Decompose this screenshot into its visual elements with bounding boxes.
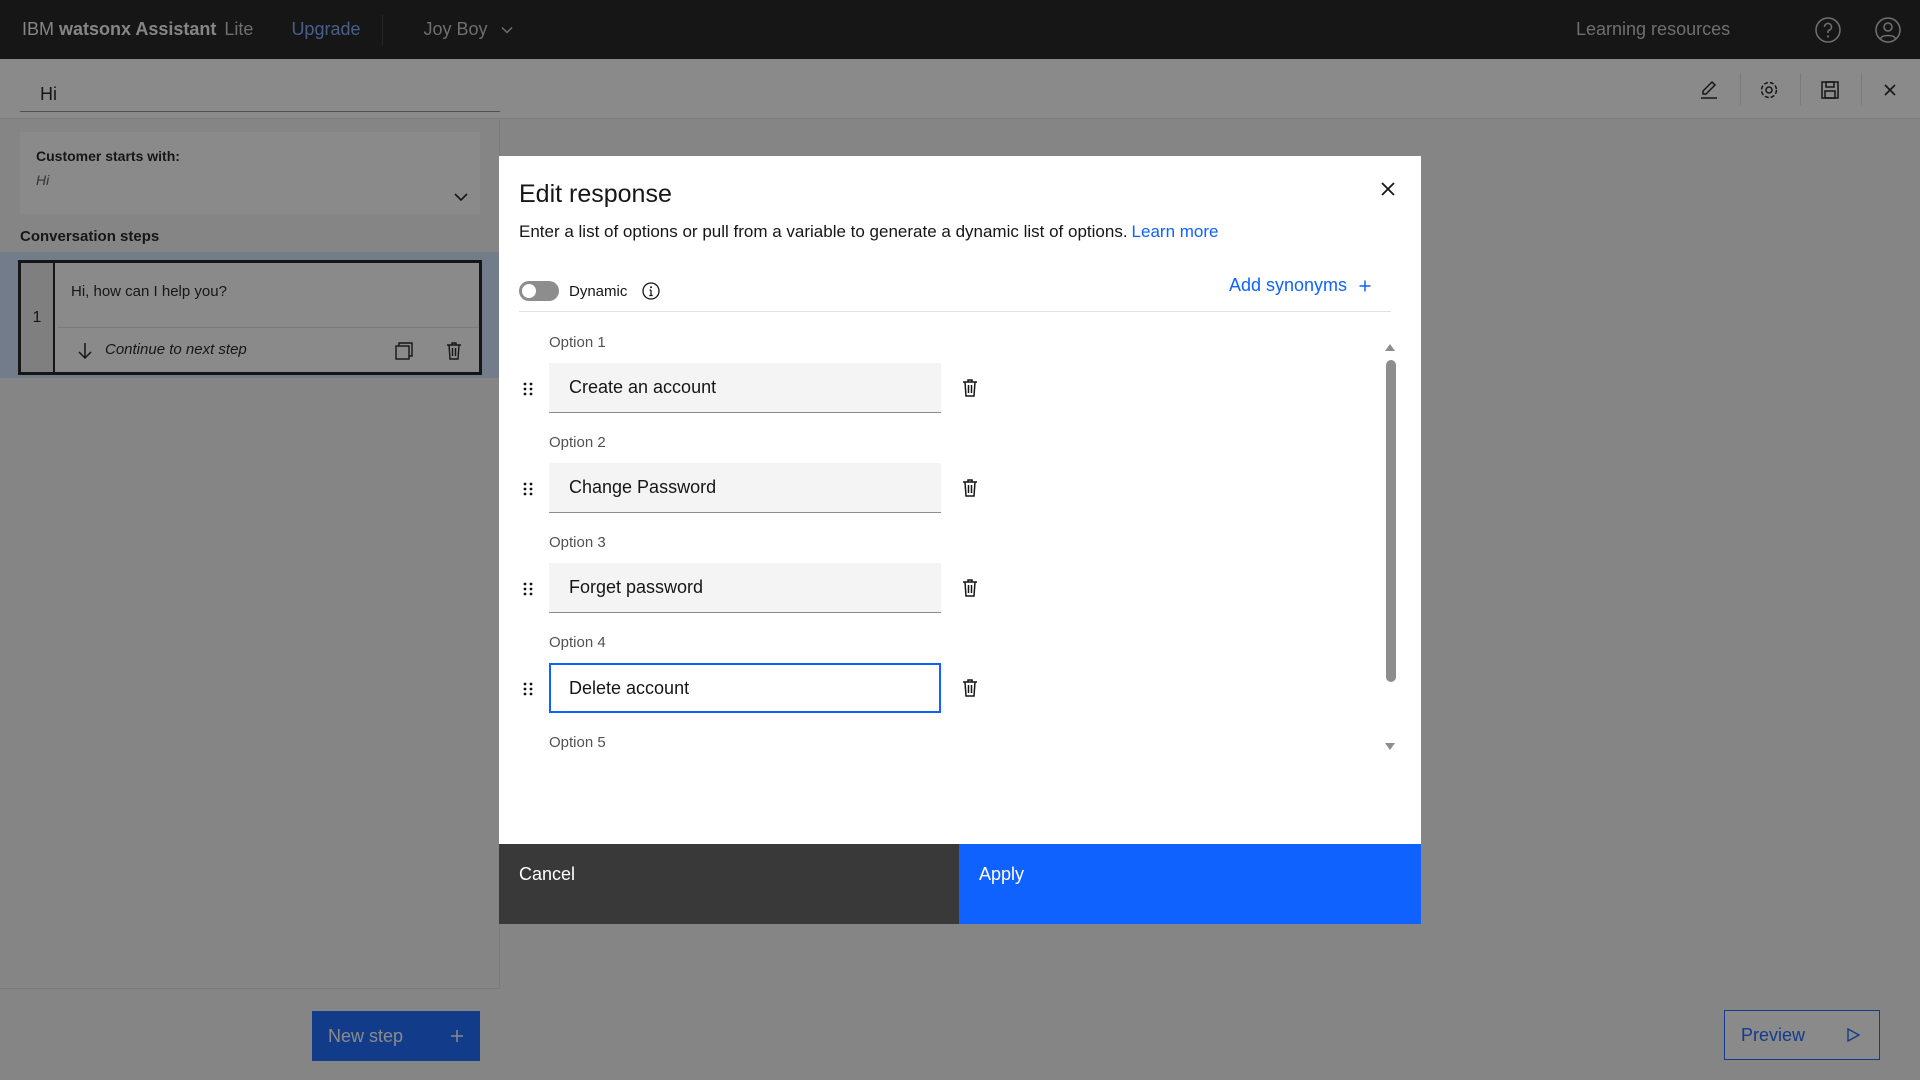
drag-handle-icon[interactable] (521, 479, 535, 499)
scrollbar-thumb[interactable] (1386, 360, 1396, 682)
option-label: Option 3 (549, 534, 606, 551)
option-input[interactable] (549, 363, 941, 413)
learn-more-link[interactable]: Learn more (1132, 222, 1219, 241)
description-text: Enter a list of options or pull from a v… (519, 222, 1128, 241)
option-label: Option 4 (549, 634, 606, 651)
trash-icon[interactable] (959, 377, 981, 399)
add-synonyms-label: Add synonyms (1228, 275, 1347, 295)
scroll-down-arrow-icon[interactable] (1384, 742, 1396, 752)
option-input-focused[interactable] (549, 663, 941, 713)
dynamic-toggle[interactable] (519, 281, 559, 301)
option-input[interactable] (549, 563, 941, 613)
modal-title: Edit response (519, 180, 672, 208)
cancel-button[interactable]: Cancel (499, 844, 959, 924)
scroll-up-arrow-icon[interactable] (1384, 342, 1396, 352)
option-label: Option 2 (549, 434, 606, 451)
modal-description: Enter a list of options or pull from a v… (519, 222, 1218, 242)
drag-handle-icon[interactable] (521, 379, 535, 399)
info-icon[interactable] (641, 281, 661, 301)
trash-icon[interactable] (959, 677, 981, 699)
option-input[interactable] (549, 463, 941, 513)
add-synonyms-button[interactable]: Add synonyms (1229, 275, 1371, 296)
add-icon (1359, 280, 1371, 291)
trash-icon[interactable] (959, 577, 981, 599)
close-icon[interactable] (1375, 176, 1401, 202)
edit-response-modal: Edit response Enter a list of options or… (499, 156, 1421, 924)
divider (519, 311, 1391, 312)
option-label: Option 1 (549, 334, 606, 351)
toggle-knob (522, 284, 536, 298)
option-label: Option 5 (549, 734, 606, 751)
apply-button[interactable]: Apply (959, 844, 1421, 924)
trash-icon[interactable] (959, 477, 981, 499)
dynamic-label: Dynamic (569, 283, 628, 300)
drag-handle-icon[interactable] (521, 579, 535, 599)
drag-handle-icon[interactable] (521, 679, 535, 699)
